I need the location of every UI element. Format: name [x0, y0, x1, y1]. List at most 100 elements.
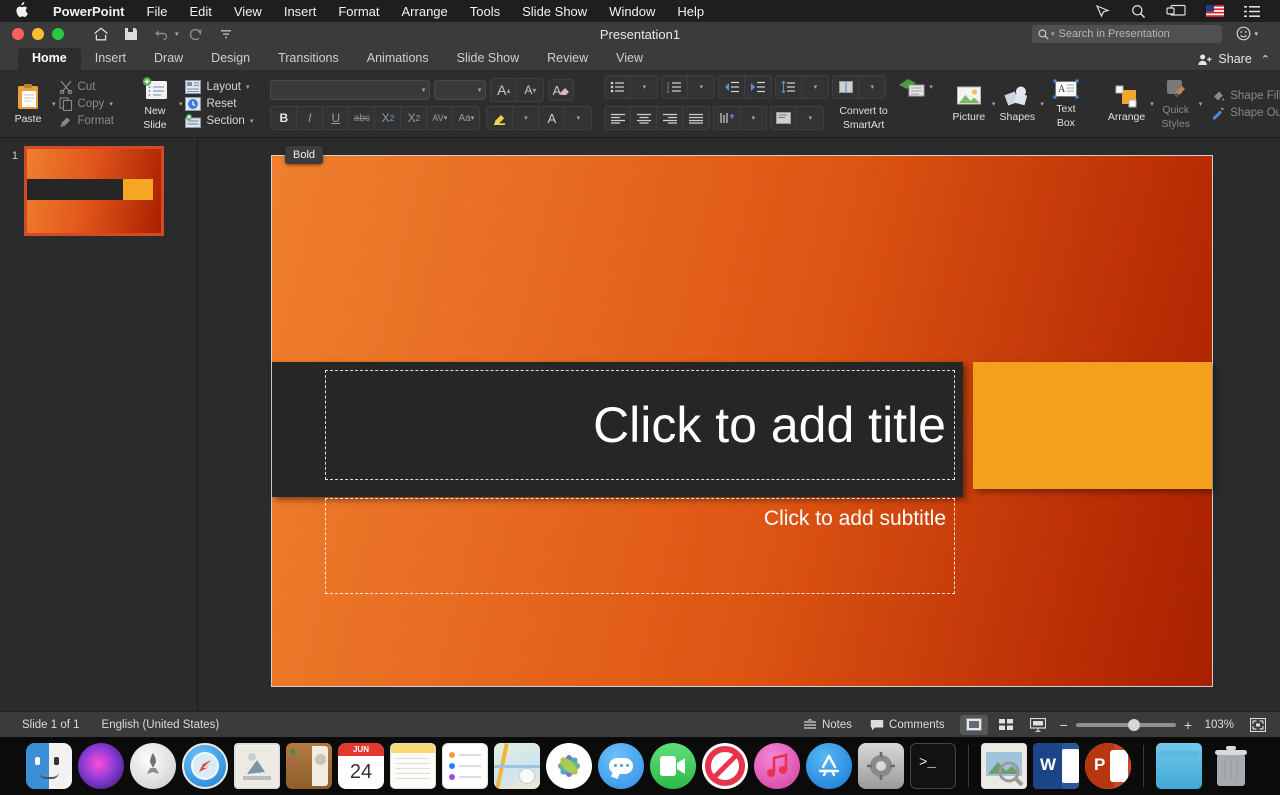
- quick-styles-dropdown-icon[interactable]: ▾: [1199, 100, 1203, 108]
- decrease-font-size-button[interactable]: A ▾: [517, 79, 543, 101]
- dock-item-contacts[interactable]: [286, 743, 332, 789]
- font-name-input[interactable]: ▾: [270, 80, 431, 100]
- tab-draw[interactable]: Draw: [140, 48, 197, 70]
- zoom-track[interactable]: [1075, 718, 1176, 731]
- slide-editing-area[interactable]: Click to add title Click to add subtitle: [272, 156, 1212, 686]
- text-direction-button[interactable]: [714, 107, 741, 129]
- apple-icon[interactable]: [0, 2, 42, 18]
- align-left-button[interactable]: [605, 107, 632, 129]
- minimize-button[interactable]: [32, 28, 44, 40]
- menu-insert[interactable]: Insert: [273, 4, 328, 19]
- dock-item-do-not-disturb[interactable]: [702, 743, 748, 789]
- font-name-chevron-icon[interactable]: ▾: [422, 86, 426, 94]
- dock-item-downloads-folder[interactable]: [1156, 743, 1202, 789]
- increase-font-size-button[interactable]: A ▴: [491, 79, 518, 101]
- tab-insert[interactable]: Insert: [81, 48, 140, 70]
- tab-view[interactable]: View: [602, 48, 657, 70]
- search-input[interactable]: ▾ Search in Presentation: [1032, 25, 1222, 43]
- pen-icon[interactable]: [1085, 4, 1121, 18]
- slideshow-view-button[interactable]: [1024, 715, 1052, 735]
- font-size-input[interactable]: ▾: [434, 80, 487, 100]
- notes-button[interactable]: Notes: [794, 716, 861, 734]
- maximize-button[interactable]: [52, 28, 64, 40]
- redo-icon[interactable]: [183, 24, 209, 44]
- tab-slide-show[interactable]: Slide Show: [443, 48, 534, 70]
- tab-design[interactable]: Design: [197, 48, 264, 70]
- zoom-slider[interactable]: − +: [1052, 717, 1200, 733]
- title-placeholder[interactable]: Click to add title: [325, 370, 955, 480]
- increase-indent-button[interactable]: [745, 76, 771, 98]
- section-button[interactable]: Section ▾: [182, 113, 256, 129]
- dock-item-notes[interactable]: [390, 743, 436, 789]
- dock-item-photos[interactable]: [546, 743, 592, 789]
- reset-button[interactable]: Reset: [182, 96, 256, 112]
- menu-edit[interactable]: Edit: [178, 4, 222, 19]
- spotlight-search-icon[interactable]: [1121, 4, 1156, 19]
- text-box-button[interactable]: A Text Box: [1044, 77, 1088, 131]
- collapse-ribbon-icon[interactable]: ⌃: [1261, 53, 1270, 66]
- justify-button[interactable]: [683, 107, 709, 129]
- dock-item-powerpoint[interactable]: P: [1085, 743, 1131, 789]
- customize-toolbar-icon[interactable]: [213, 24, 239, 44]
- close-button[interactable]: [12, 28, 24, 40]
- change-case-button[interactable]: Aa ▾: [453, 107, 479, 129]
- section-dropdown-icon[interactable]: ▾: [250, 117, 254, 125]
- text-highlight-button[interactable]: [487, 107, 514, 129]
- menu-window[interactable]: Window: [598, 4, 666, 19]
- align-center-button[interactable]: [631, 107, 658, 129]
- dock-item-maps[interactable]: [494, 743, 540, 789]
- feedback-smiley-icon[interactable]: ▾: [1236, 26, 1258, 41]
- smartart-dropdown-icon[interactable]: ▾: [929, 83, 933, 91]
- convert-to-smartart-button[interactable]: Convert to SmartArt: [835, 103, 891, 133]
- italic-button[interactable]: I: [297, 107, 324, 129]
- numbered-list-button[interactable]: 123: [662, 76, 689, 98]
- clear-formatting-button[interactable]: A: [548, 79, 575, 101]
- picture-button[interactable]: Picture: [947, 83, 991, 125]
- undo-icon[interactable]: [148, 24, 174, 44]
- smartart-icon-button[interactable]: [897, 76, 927, 98]
- new-slide-button[interactable]: New Slide: [133, 75, 177, 133]
- share-button[interactable]: Share ⌃: [1198, 52, 1280, 70]
- tab-review[interactable]: Review: [533, 48, 602, 70]
- subtitle-placeholder[interactable]: Click to add subtitle: [325, 498, 955, 594]
- slide-canvas[interactable]: Click to add title Click to add subtitle: [198, 138, 1280, 711]
- font-color-dropdown[interactable]: ▾: [565, 107, 591, 129]
- arrange-button[interactable]: Arrange: [1104, 83, 1149, 125]
- feedback-chevron-icon[interactable]: ▾: [1254, 30, 1258, 38]
- menu-file[interactable]: File: [136, 4, 179, 19]
- dock-item-reminders[interactable]: [442, 743, 488, 789]
- align-right-button[interactable]: [657, 107, 684, 129]
- bullet-list-button[interactable]: [605, 76, 632, 98]
- align-text-button[interactable]: [771, 107, 798, 129]
- undo-dropdown-icon[interactable]: ▾: [175, 30, 179, 38]
- font-color-button[interactable]: A: [539, 107, 566, 129]
- dock-item-terminal[interactable]: >_: [910, 743, 956, 789]
- zoom-in-button[interactable]: +: [1184, 717, 1192, 733]
- columns-button[interactable]: [833, 76, 860, 98]
- layout-dropdown-icon[interactable]: ▾: [246, 83, 250, 91]
- superscript-button[interactable]: X2: [375, 107, 402, 129]
- dock-item-messages[interactable]: [598, 743, 644, 789]
- us-flag-icon[interactable]: [1196, 5, 1234, 17]
- screen-mirroring-icon[interactable]: [1156, 4, 1196, 18]
- dock-item-preview[interactable]: [981, 743, 1027, 789]
- save-icon[interactable]: [118, 24, 144, 44]
- copy-dropdown-icon[interactable]: ▾: [109, 100, 113, 108]
- layout-button[interactable]: Layout ▾: [182, 79, 256, 95]
- bold-button[interactable]: B: [271, 107, 298, 129]
- search-scope-chevron-icon[interactable]: ▾: [1051, 30, 1055, 38]
- language-label[interactable]: English (United States): [102, 719, 220, 731]
- dock-item-system-preferences[interactable]: [858, 743, 904, 789]
- bullet-list-dropdown[interactable]: ▾: [631, 76, 657, 98]
- dock-item-safari[interactable]: [182, 743, 228, 789]
- shape-fill-button[interactable]: Shape Fill ▾: [1208, 88, 1280, 104]
- strikethrough-button[interactable]: abc: [349, 107, 376, 129]
- dock-item-siri[interactable]: [78, 743, 124, 789]
- comments-button[interactable]: Comments: [861, 716, 954, 734]
- fit-to-window-button[interactable]: [1244, 715, 1272, 735]
- control-center-icon[interactable]: [1234, 5, 1270, 18]
- text-highlight-dropdown[interactable]: ▾: [513, 107, 540, 129]
- dock-item-calendar[interactable]: JUN 24: [338, 743, 384, 789]
- tab-transitions[interactable]: Transitions: [264, 48, 353, 70]
- align-text-dropdown[interactable]: ▾: [797, 107, 823, 129]
